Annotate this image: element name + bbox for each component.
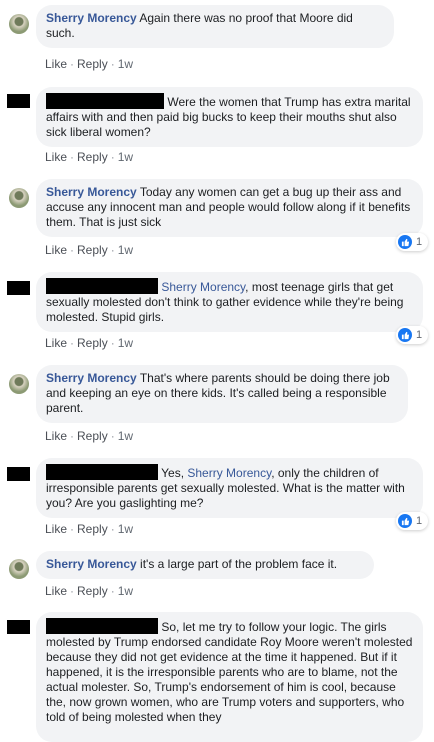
redacted-avatar xyxy=(7,467,30,481)
reply-link[interactable]: Reply xyxy=(77,336,108,350)
comment-bubble: Were the women that Trump has extra mari… xyxy=(36,87,423,147)
reply-link[interactable]: Reply xyxy=(77,584,108,598)
like-link[interactable]: Like xyxy=(45,429,67,443)
reply-link[interactable]: Reply xyxy=(77,522,108,536)
reaction-count: 1 xyxy=(416,515,423,527)
comment-author[interactable]: Sherry Morency xyxy=(46,185,137,199)
comment-bubble: Yes, Sherry Morency, only the children o… xyxy=(36,458,423,518)
mention-link[interactable]: Sherry Morency xyxy=(187,466,271,480)
comment-bubble: So, let me try to follow your logic. The… xyxy=(36,612,423,742)
like-link[interactable]: Like xyxy=(45,243,67,257)
comment-time[interactable]: 1w xyxy=(118,429,133,443)
reaction-badge[interactable]: 1 xyxy=(396,512,428,530)
redacted-author xyxy=(46,618,158,634)
comment-prefix: Yes, xyxy=(161,466,188,480)
like-link[interactable]: Like xyxy=(45,57,67,71)
thumbs-up-icon xyxy=(398,514,412,528)
avatar[interactable] xyxy=(9,559,29,579)
comment-bubble: Sherry Morency Again there was no proof … xyxy=(36,5,394,48)
reaction-badge[interactable]: 1 xyxy=(396,326,428,344)
reply-link[interactable]: Reply xyxy=(77,150,108,164)
reply-link[interactable]: Reply xyxy=(77,57,108,71)
comment-actions: Like · Reply · 1w xyxy=(45,150,134,164)
comment-bubble: Sherry Morency That's where parents shou… xyxy=(36,365,408,423)
redacted-author xyxy=(46,464,158,480)
redacted-avatar xyxy=(7,94,30,108)
like-link[interactable]: Like xyxy=(45,150,67,164)
reaction-count: 1 xyxy=(416,236,423,248)
comment-text: So, let me try to follow your logic. The… xyxy=(46,620,413,724)
redacted-author xyxy=(46,278,158,294)
thumbs-up-icon xyxy=(398,328,412,342)
comment-time[interactable]: 1w xyxy=(118,522,133,536)
comment-actions: Like · Reply · 1w xyxy=(45,429,134,443)
comment-actions: Like · Reply · 1w xyxy=(45,336,134,350)
comment-bubble: Sherry Morency it's a large part of the … xyxy=(36,551,374,579)
reply-link[interactable]: Reply xyxy=(77,243,108,257)
comment-actions: Like · Reply · 1w xyxy=(45,57,134,71)
avatar[interactable] xyxy=(9,14,29,34)
like-link[interactable]: Like xyxy=(45,584,67,598)
comment-author[interactable]: Sherry Morency xyxy=(46,11,137,25)
reply-link[interactable]: Reply xyxy=(77,429,108,443)
like-link[interactable]: Like xyxy=(45,336,67,350)
redacted-author xyxy=(46,93,164,109)
comment-actions: Like · Reply · 1w xyxy=(45,522,134,536)
comment-author[interactable]: Sherry Morency xyxy=(46,557,137,571)
like-link[interactable]: Like xyxy=(45,522,67,536)
comment-bubble: Sherry Morency Today any women can get a… xyxy=(36,179,423,237)
comment-bubble: Sherry Morency, most teenage girls that … xyxy=(36,272,423,332)
comment-actions: Like · Reply · 1w xyxy=(45,584,134,598)
redacted-avatar xyxy=(7,620,30,634)
comment-actions: Like · Reply · 1w xyxy=(45,243,134,257)
comment-author[interactable]: Sherry Morency xyxy=(46,371,137,385)
mention-link[interactable]: Sherry Morency xyxy=(161,280,245,294)
comment-time[interactable]: 1w xyxy=(118,584,133,598)
reaction-badge[interactable]: 1 xyxy=(396,233,428,251)
thumbs-up-icon xyxy=(398,235,412,249)
comment-time[interactable]: 1w xyxy=(118,150,133,164)
avatar[interactable] xyxy=(9,374,29,394)
comment-text: it's a large part of the problem face it… xyxy=(140,557,338,571)
comment-time[interactable]: 1w xyxy=(118,336,133,350)
avatar[interactable] xyxy=(9,188,29,208)
reaction-count: 1 xyxy=(416,329,423,341)
comment-time[interactable]: 1w xyxy=(118,243,133,257)
redacted-avatar xyxy=(7,281,30,295)
comment-time[interactable]: 1w xyxy=(118,57,133,71)
